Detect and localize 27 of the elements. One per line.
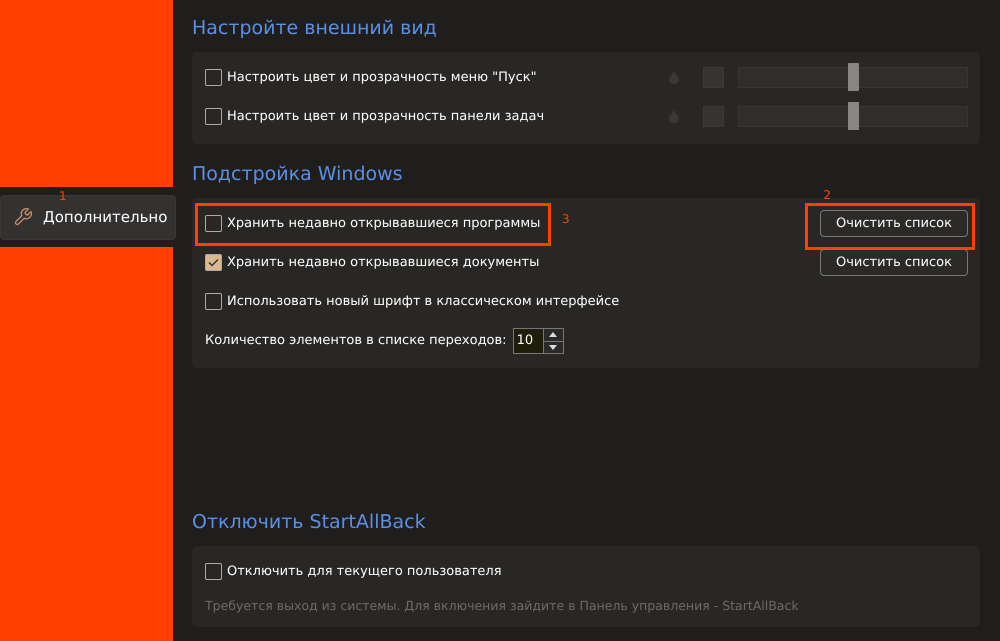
checkbox[interactable] [205,69,222,86]
option-label: Настроить цвет и прозрачность меню "Пуск" [227,70,537,85]
option-label: Хранить недавно открывавшиеся программы [227,216,540,231]
option-label: Использовать новый шрифт в классическом интерфейсе [227,294,620,309]
checkmark-icon [208,258,219,267]
clear-list-button[interactable]: Очистить список [820,210,968,237]
spinner-value[interactable]: 10 [514,328,543,352]
option-label: Количество элементов в списке переходов: [205,333,507,348]
slider-thumb[interactable] [848,102,859,130]
checkbox[interactable] [205,563,222,580]
checkbox[interactable] [205,108,222,125]
section-title: Настройте внешний вид [192,16,438,41]
checkbox[interactable] [205,254,222,271]
option-label: Хранить недавно открывавшиеся документы [227,255,540,270]
option-label: Отключить для текущего пользователя [227,564,502,579]
checkbox[interactable] [205,215,222,232]
section-title: Подстройка Windows [192,162,404,187]
annotation-number: 3 [562,212,570,226]
hint-text: Требуется выход из системы. Для включения зайдите в Панель управления - StartAllBack [205,598,799,612]
section-title: Отключить StartAllBack [192,510,427,535]
slider-thumb[interactable] [848,63,859,91]
annotation-number: 2 [823,188,831,202]
wrench-icon [13,207,33,227]
clear-list-button[interactable]: Очистить список [820,249,968,276]
option-label: Настроить цвет и прозрачность панели задач [227,109,544,124]
checkbox[interactable] [205,293,222,310]
number-spinner[interactable]: 10 [512,328,564,354]
